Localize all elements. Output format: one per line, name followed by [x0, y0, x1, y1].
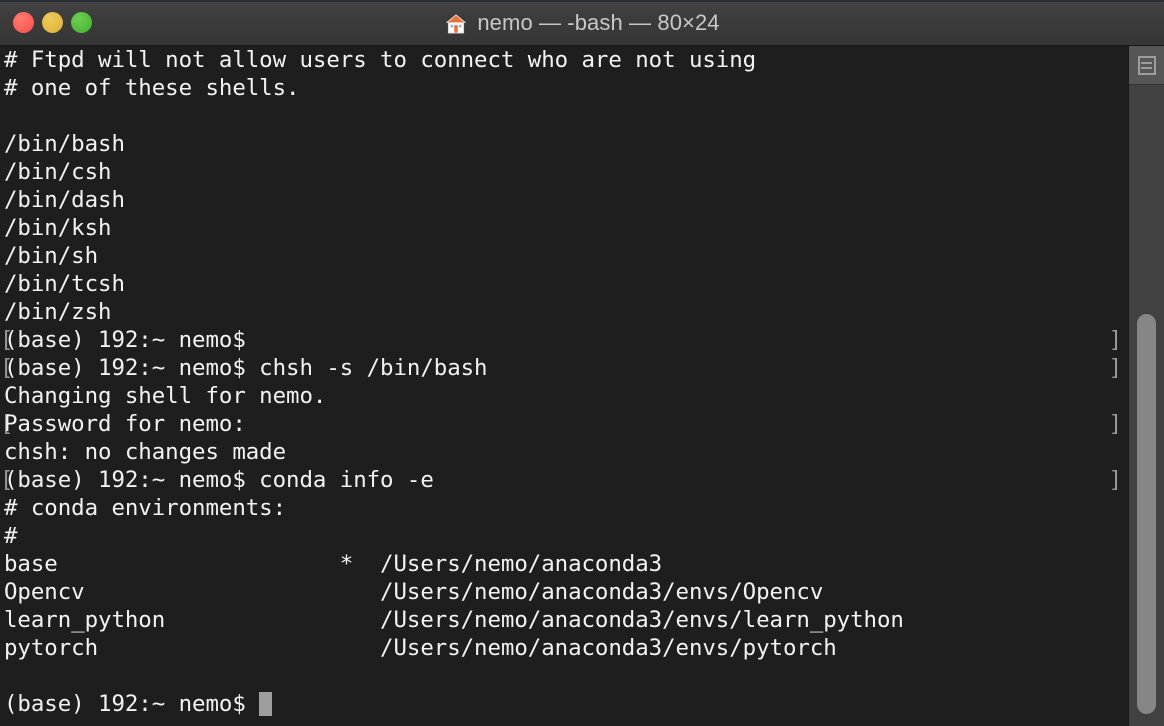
terminal-screen[interactable]: # Ftpd will not allow users to connect w…	[0, 46, 1128, 726]
terminal-line: Opencv /Users/nemo/anaconda3/envs/Opencv	[0, 578, 1128, 606]
terminal-line: (base) 192:~ nemo$	[0, 690, 1128, 718]
terminal-line: chsh: no changes made	[0, 438, 1128, 466]
terminal-line: /bin/ksh	[0, 214, 1128, 242]
prompt-mark-right: ]	[1108, 327, 1122, 353]
terminal-line: /bin/csh	[0, 158, 1128, 186]
terminal-line-text: # conda environments:	[4, 495, 287, 521]
terminal-line-text: #	[4, 523, 18, 549]
terminal-line-text: chsh: no changes made	[4, 439, 287, 465]
prompt-mark-right: ]	[1108, 355, 1122, 381]
terminal-window: nemo — -bash — 80×24 # Ftpd will not all…	[0, 0, 1164, 726]
terminal-line: /bin/bash	[0, 130, 1128, 158]
terminal-line: # one of these shells.	[0, 74, 1128, 102]
window-titlebar[interactable]: nemo — -bash — 80×24	[0, 0, 1164, 46]
terminal-line-text: /bin/csh	[4, 159, 112, 185]
prompt-mark-right: ]	[1108, 411, 1122, 437]
terminal-line: # Ftpd will not allow users to connect w…	[0, 46, 1128, 74]
text-cursor	[259, 692, 273, 716]
terminal-line: [(base) 192:~ nemo$ chsh -s /bin/bash]	[0, 354, 1128, 382]
terminal-line-text: (base) 192:~ nemo$	[4, 691, 260, 717]
terminal-line: [Password for nemo:]	[0, 410, 1128, 438]
terminal-line-text: learn_python /Users/nemo/anaconda3/envs/…	[4, 607, 904, 633]
terminal-line-text: base * /Users/nemo/anaconda3	[4, 551, 663, 577]
minimize-button[interactable]	[42, 12, 63, 33]
terminal-line-text: (base) 192:~ nemo$	[4, 327, 260, 353]
terminal-line-text: /bin/sh	[4, 243, 99, 269]
terminal-line-text: /bin/dash	[4, 187, 125, 213]
traffic-light-group	[0, 12, 92, 33]
prompt-mark-right: ]	[1108, 467, 1122, 493]
terminal-line: Changing shell for nemo.	[0, 382, 1128, 410]
terminal-line-text: /bin/bash	[4, 131, 125, 157]
terminal-line-text: /bin/zsh	[4, 299, 112, 325]
terminal-line: [(base) 192:~ nemo$ conda info -e]	[0, 466, 1128, 494]
terminal-line: learn_python /Users/nemo/anaconda3/envs/…	[0, 606, 1128, 634]
house-icon	[444, 12, 468, 36]
terminal-line: #	[0, 522, 1128, 550]
terminal-line-text: /bin/ksh	[4, 215, 112, 241]
terminal-line-text: # one of these shells.	[4, 75, 300, 101]
window-title-group: nemo — -bash — 80×24	[0, 0, 1164, 45]
terminal-line: /bin/tcsh	[0, 270, 1128, 298]
maximize-button[interactable]	[71, 12, 92, 33]
terminal-line: pytorch /Users/nemo/anaconda3/envs/pytor…	[0, 634, 1128, 662]
terminal-line: base * /Users/nemo/anaconda3	[0, 550, 1128, 578]
terminal-line: /bin/sh	[0, 242, 1128, 270]
terminal-line-text: pytorch /Users/nemo/anaconda3/envs/pytor…	[4, 635, 837, 661]
terminal-line-text: /bin/tcsh	[4, 271, 125, 297]
terminal-body[interactable]: # Ftpd will not allow users to connect w…	[0, 46, 1164, 726]
close-button[interactable]	[13, 12, 34, 33]
terminal-line-text: Opencv /Users/nemo/anaconda3/envs/Opencv	[4, 579, 824, 605]
split-pane-icon	[1137, 55, 1156, 75]
terminal-line: /bin/zsh	[0, 298, 1128, 326]
terminal-line-text: (base) 192:~ nemo$ conda info -e	[4, 467, 434, 493]
terminal-line-text: Changing shell for nemo.	[4, 383, 327, 409]
scrollbar-thumb[interactable]	[1137, 314, 1156, 714]
terminal-line: [(base) 192:~ nemo$ ]	[0, 326, 1128, 354]
window-title: nemo — -bash — 80×24	[477, 9, 720, 35]
terminal-line: /bin/dash	[0, 186, 1128, 214]
terminal-line-text: # Ftpd will not allow users to connect w…	[4, 47, 757, 73]
terminal-scrollbar[interactable]	[1128, 46, 1164, 726]
terminal-line: # conda environments:	[0, 494, 1128, 522]
terminal-line-text: (base) 192:~ nemo$ chsh -s /bin/bash	[4, 355, 488, 381]
split-pane-button[interactable]	[1129, 46, 1164, 85]
terminal-line-text: Password for nemo:	[4, 411, 246, 437]
